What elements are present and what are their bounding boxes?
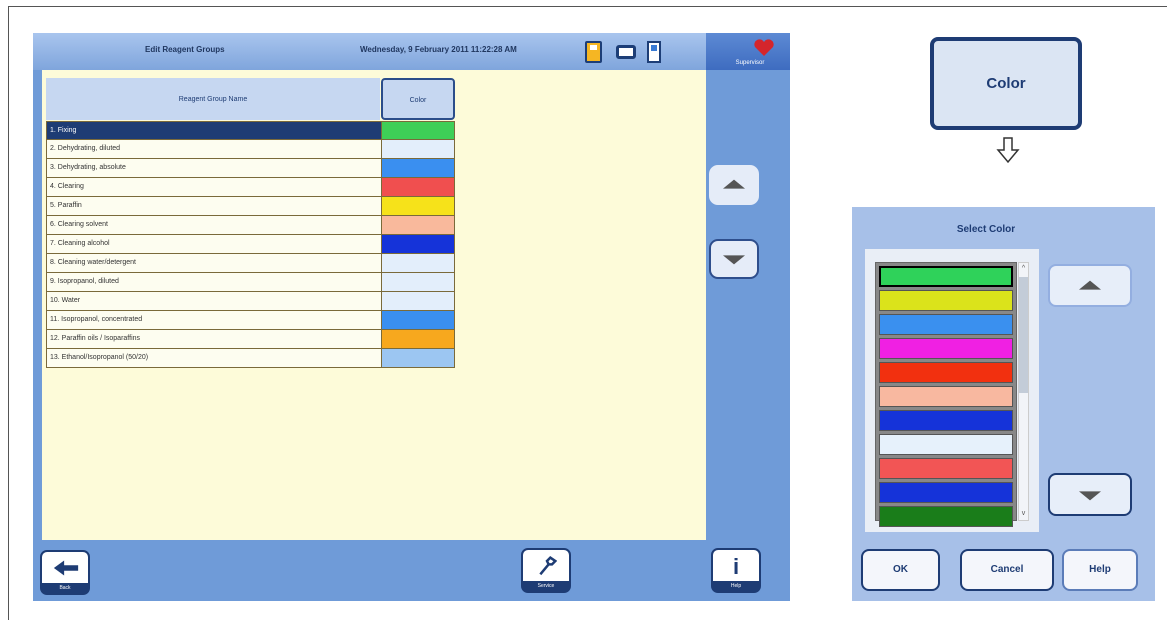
scroll-up-arrow-icon[interactable]: ^: [1019, 263, 1028, 275]
color-option[interactable]: [879, 266, 1013, 287]
table-row[interactable]: 12. Paraffin oils / Isoparaffins: [46, 330, 455, 349]
scroll-down-arrow-icon[interactable]: v: [1019, 508, 1028, 520]
reagent-group-name: 12. Paraffin oils / Isoparaffins: [46, 330, 382, 349]
back-label: Back: [42, 583, 88, 593]
table-row[interactable]: 5. Paraffin: [46, 197, 455, 216]
color-button[interactable]: Color: [381, 78, 455, 120]
color-option[interactable]: [879, 458, 1013, 479]
column-header-name: Reagent Group Name: [46, 78, 380, 120]
color-swatch[interactable]: [382, 159, 455, 178]
color-button-callout[interactable]: Color: [930, 37, 1082, 130]
wrench-icon: [539, 556, 557, 576]
back-arrow-icon: [53, 560, 79, 576]
dialog-scroll-down-button[interactable]: [1048, 473, 1132, 516]
ok-button[interactable]: OK: [861, 549, 940, 591]
service-button[interactable]: Service: [521, 548, 571, 593]
help-button[interactable]: i Help: [711, 548, 761, 593]
arrow-down-icon: [996, 137, 1020, 164]
window-title: Edit Reagent Groups: [145, 45, 225, 54]
triangle-down-icon: [1079, 490, 1101, 500]
dialog-title: Select Color: [956, 224, 1016, 235]
card-icon[interactable]: [616, 45, 636, 59]
table-row[interactable]: 10. Water: [46, 292, 455, 311]
table-row[interactable]: 4. Clearing: [46, 178, 455, 197]
table-row[interactable]: 13. Ethanol/Isopropanol (50/20): [46, 349, 455, 368]
color-option[interactable]: [879, 410, 1013, 431]
reagent-group-name: 10. Water: [46, 292, 382, 311]
color-swatch[interactable]: [382, 330, 455, 349]
edit-reagent-groups-window: Edit Reagent Groups Wednesday, 9 Februar…: [33, 33, 790, 601]
color-swatch[interactable]: [382, 197, 455, 216]
color-list[interactable]: [875, 262, 1017, 527]
back-button[interactable]: Back: [40, 550, 90, 595]
reagent-group-name: 13. Ethanol/Isopropanol (50/20): [46, 349, 382, 368]
color-option[interactable]: [879, 362, 1013, 383]
user-role-label: Supervisor: [735, 60, 765, 66]
reagent-group-name: 5. Paraffin: [46, 197, 382, 216]
table-row[interactable]: 8. Cleaning water/detergent: [46, 254, 455, 273]
triangle-up-icon: [723, 179, 745, 189]
color-swatch[interactable]: [382, 140, 455, 159]
reagent-group-name: 7. Cleaning alcohol: [46, 235, 382, 254]
scroll-down-button[interactable]: [709, 239, 759, 279]
table-row[interactable]: 11. Isopropanol, concentrated: [46, 311, 455, 330]
color-swatch[interactable]: [382, 273, 455, 292]
color-option[interactable]: [879, 338, 1013, 359]
dialog-help-button[interactable]: Help: [1062, 549, 1138, 591]
table-row[interactable]: 6. Clearing solvent: [46, 216, 455, 235]
table-row[interactable]: 2. Dehydrating, diluted: [46, 140, 455, 159]
frame-top-border: [8, 6, 1167, 7]
title-bar: Edit Reagent Groups Wednesday, 9 Februar…: [33, 33, 736, 70]
triangle-up-icon: [1079, 280, 1101, 290]
table-row[interactable]: 1. Fixing: [46, 121, 455, 140]
reagent-group-name: 1. Fixing: [46, 121, 382, 140]
reagent-group-name: 2. Dehydrating, diluted: [46, 140, 382, 159]
reagent-group-name: 3. Dehydrating, absolute: [46, 159, 382, 178]
dialog-scroll-up-button[interactable]: [1048, 264, 1132, 307]
reagent-group-table: 1. Fixing 2. Dehydrating, diluted 3. Dehyd…: [46, 121, 455, 368]
reagent-group-name: 9. Isopropanol, diluted: [46, 273, 382, 292]
service-label: Service: [523, 581, 569, 591]
color-option[interactable]: [879, 506, 1013, 527]
info-icon: i: [732, 554, 740, 579]
scroll-thumb[interactable]: [1019, 277, 1028, 393]
footer-bar: Back Service i Help: [33, 540, 790, 601]
color-option[interactable]: [879, 386, 1013, 407]
triangle-down-icon: [723, 255, 745, 265]
color-list-scrollbar[interactable]: ^ v: [1018, 262, 1029, 521]
table-row[interactable]: 7. Cleaning alcohol: [46, 235, 455, 254]
color-swatch[interactable]: [382, 349, 455, 368]
reagent-group-name: 11. Isopropanol, concentrated: [46, 311, 382, 330]
color-option[interactable]: [879, 482, 1013, 503]
system-status-icon[interactable]: [647, 41, 661, 63]
table-row[interactable]: 9. Isopropanol, diluted: [46, 273, 455, 292]
datetime-display: Wednesday, 9 February 2011 11:22:28 AM: [360, 45, 517, 54]
frame-left-border: [8, 6, 9, 620]
reagent-group-name: 8. Cleaning water/detergent: [46, 254, 382, 273]
color-swatch[interactable]: [382, 216, 455, 235]
heart-icon: [754, 39, 774, 56]
color-swatch[interactable]: [382, 235, 455, 254]
color-option[interactable]: [879, 434, 1013, 455]
select-color-dialog: Select Color ^ v OK Cancel Help: [852, 207, 1155, 601]
cancel-button[interactable]: Cancel: [960, 549, 1054, 591]
scroll-up-button[interactable]: [709, 165, 759, 205]
color-swatch[interactable]: [382, 254, 455, 273]
color-swatch[interactable]: [382, 178, 455, 197]
reagent-group-name: 6. Clearing solvent: [46, 216, 382, 235]
reagent-group-name: 4. Clearing: [46, 178, 382, 197]
color-option[interactable]: [879, 290, 1013, 311]
save-disk-icon[interactable]: [585, 41, 602, 63]
color-swatch[interactable]: [382, 311, 455, 330]
color-option[interactable]: [879, 314, 1013, 335]
color-swatch[interactable]: [382, 292, 455, 311]
color-swatch[interactable]: [382, 121, 455, 140]
table-row[interactable]: 3. Dehydrating, absolute: [46, 159, 455, 178]
help-label: Help: [713, 581, 759, 591]
